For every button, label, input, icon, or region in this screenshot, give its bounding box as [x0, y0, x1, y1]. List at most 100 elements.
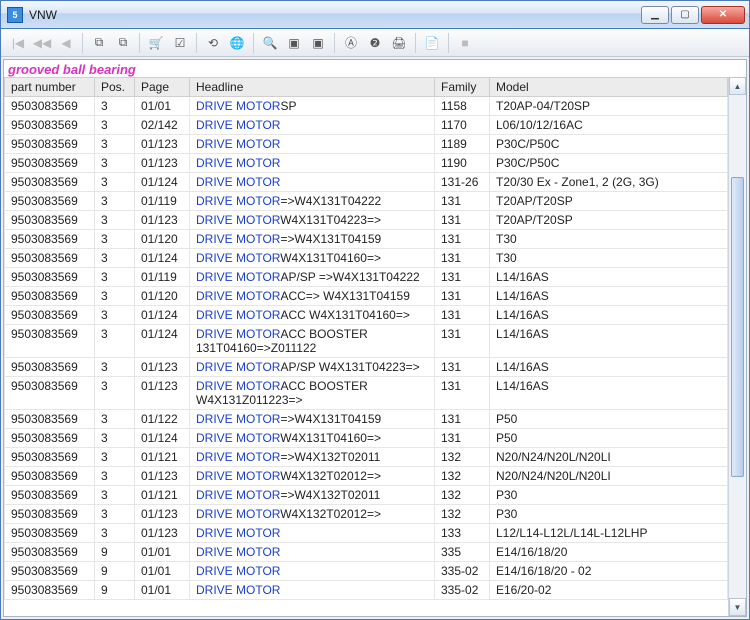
table-row[interactable]: 9503083569301/124DRIVE MOTORACC W4X131T0… [5, 306, 728, 325]
headline-link[interactable]: DRIVE MOTOR [196, 545, 280, 559]
cell-family: 1158 [435, 97, 490, 116]
cell-pos: 3 [95, 135, 135, 154]
col-family[interactable]: Family [435, 78, 490, 97]
headline-link[interactable]: DRIVE MOTOR [196, 118, 280, 132]
cell-page: 01/124 [135, 249, 190, 268]
cell-family: 1190 [435, 154, 490, 173]
data-grid[interactable]: part number Pos. Page Headline Family Mo… [4, 77, 728, 616]
table-row[interactable]: 9503083569301/121DRIVE MOTOR=>W4X132T020… [5, 486, 728, 505]
scroll-thumb[interactable] [731, 177, 744, 477]
table-row[interactable]: 9503083569301/124DRIVE MOTOR131-26T20/30… [5, 173, 728, 192]
cell-part-number: 9503083569 [5, 562, 95, 581]
table-row[interactable]: 9503083569301/119DRIVE MOTOR=>W4X131T042… [5, 192, 728, 211]
headline-link[interactable]: DRIVE MOTOR [196, 583, 280, 597]
table-row[interactable]: 9503083569301/123DRIVE MOTOR1189P30C/P50… [5, 135, 728, 154]
headline-link[interactable]: DRIVE MOTOR [196, 251, 280, 265]
toolbar-separator [82, 33, 83, 53]
globe-button[interactable]: 🌐 [226, 32, 248, 54]
table-row[interactable]: 9503083569301/124DRIVE MOTORW4X131T04160… [5, 429, 728, 448]
headline-link[interactable]: DRIVE MOTOR [196, 379, 280, 393]
headline-link[interactable]: DRIVE MOTOR [196, 526, 280, 540]
table-row[interactable]: 9503083569302/142DRIVE MOTOR1170L06/10/1… [5, 116, 728, 135]
headline-link[interactable]: DRIVE MOTOR [196, 431, 280, 445]
table-row[interactable]: 9503083569301/01DRIVE MOTORSP1158T20AP-0… [5, 97, 728, 116]
headline-link[interactable]: DRIVE MOTOR [196, 469, 280, 483]
headline-link[interactable]: DRIVE MOTOR [196, 360, 280, 374]
table-row[interactable]: 9503083569301/121DRIVE MOTOR=>W4X132T020… [5, 448, 728, 467]
headline-link[interactable]: DRIVE MOTOR [196, 270, 280, 284]
headline-link[interactable]: DRIVE MOTOR [196, 175, 280, 189]
table-row[interactable]: 9503083569901/01DRIVE MOTOR335-02E14/16/… [5, 562, 728, 581]
table-row[interactable]: 9503083569301/122DRIVE MOTOR=>W4X131T041… [5, 410, 728, 429]
maximize-button[interactable] [671, 6, 699, 24]
headline-link[interactable]: DRIVE MOTOR [196, 308, 280, 322]
cell-pos: 3 [95, 467, 135, 486]
table-row[interactable]: 9503083569301/123DRIVE MOTORAP/SP W4X131… [5, 358, 728, 377]
checklist-button[interactable]: ☑ [169, 32, 191, 54]
headline-link[interactable]: DRIVE MOTOR [196, 507, 280, 521]
headline-link[interactable]: DRIVE MOTOR [196, 156, 280, 170]
minimize-button[interactable] [641, 6, 669, 24]
col-headline[interactable]: Headline [190, 78, 435, 97]
page2-button[interactable]: ▣ [307, 32, 329, 54]
headline-link[interactable]: DRIVE MOTOR [196, 564, 280, 578]
cell-family: 131 [435, 377, 490, 410]
print-button[interactable]: 🖨 [388, 32, 410, 54]
cell-part-number: 9503083569 [5, 505, 95, 524]
copy-left-button[interactable]: ⧉ [88, 32, 110, 54]
window-title: VNW [29, 8, 641, 22]
cell-page: 01/01 [135, 562, 190, 581]
scroll-up-button[interactable]: ▲ [729, 77, 746, 95]
col-model[interactable]: Model [490, 78, 728, 97]
table-row[interactable]: 9503083569301/120DRIVE MOTOR=>W4X131T041… [5, 230, 728, 249]
table-row[interactable]: 9503083569301/120DRIVE MOTORACC=> W4X131… [5, 287, 728, 306]
table-row[interactable]: 9503083569301/123DRIVE MOTOR133L12/L14-L… [5, 524, 728, 543]
col-page[interactable]: Page [135, 78, 190, 97]
prev-fast-button[interactable]: ◀◀ [31, 32, 53, 54]
prev-button[interactable]: ◀ [55, 32, 77, 54]
table-row[interactable]: 9503083569301/123DRIVE MOTORW4X132T02012… [5, 467, 728, 486]
headline-link[interactable]: DRIVE MOTOR [196, 450, 280, 464]
headline-link[interactable]: DRIVE MOTOR [196, 213, 280, 227]
stop-button[interactable]: ■ [454, 32, 476, 54]
cart-button[interactable]: 🛒 [145, 32, 167, 54]
mark-a-button[interactable]: Ⓐ [340, 32, 362, 54]
headline-link[interactable]: DRIVE MOTOR [196, 327, 280, 341]
titlebar: 5 VNW [1, 1, 749, 29]
cell-model: L06/10/12/16AC [490, 116, 728, 135]
headline-link[interactable]: DRIVE MOTOR [196, 412, 280, 426]
table-row[interactable]: 9503083569301/124DRIVE MOTORW4X131T04160… [5, 249, 728, 268]
table-row[interactable]: 9503083569301/119DRIVE MOTORAP/SP =>W4X1… [5, 268, 728, 287]
cell-page: 01/120 [135, 287, 190, 306]
headline-link[interactable]: DRIVE MOTOR [196, 289, 280, 303]
vertical-scrollbar[interactable]: ▲ ▼ [728, 77, 746, 616]
table-row[interactable]: 9503083569301/123DRIVE MOTORW4X132T02012… [5, 505, 728, 524]
headline-link[interactable]: DRIVE MOTOR [196, 137, 280, 151]
cell-pos: 3 [95, 173, 135, 192]
col-pos[interactable]: Pos. [95, 78, 135, 97]
table-row[interactable]: 9503083569301/124DRIVE MOTORACC BOOSTER … [5, 325, 728, 358]
zoom-button[interactable]: 🔍 [259, 32, 281, 54]
headline-link[interactable]: DRIVE MOTOR [196, 99, 280, 113]
doc-button[interactable]: 📄 [421, 32, 443, 54]
table-row[interactable]: 9503083569301/123DRIVE MOTORACC BOOSTER … [5, 377, 728, 410]
toolbar-separator [415, 33, 416, 53]
first-button[interactable]: |◀ [7, 32, 29, 54]
cell-page: 01/120 [135, 230, 190, 249]
cell-model: P50 [490, 429, 728, 448]
table-row[interactable]: 9503083569301/123DRIVE MOTOR1190P30C/P50… [5, 154, 728, 173]
table-row[interactable]: 9503083569901/01DRIVE MOTOR335-02E16/20-… [5, 581, 728, 600]
headline-link[interactable]: DRIVE MOTOR [196, 194, 280, 208]
headline-link[interactable]: DRIVE MOTOR [196, 232, 280, 246]
page1-button[interactable]: ▣ [283, 32, 305, 54]
refresh-button[interactable]: ❷ [364, 32, 386, 54]
nav-off-button[interactable]: ⟲ [202, 32, 224, 54]
cell-part-number: 9503083569 [5, 486, 95, 505]
headline-link[interactable]: DRIVE MOTOR [196, 488, 280, 502]
table-row[interactable]: 9503083569301/123DRIVE MOTORW4X131T04223… [5, 211, 728, 230]
table-row[interactable]: 9503083569901/01DRIVE MOTOR335E14/16/18/… [5, 543, 728, 562]
close-button[interactable] [701, 6, 745, 24]
copy-right-button[interactable]: ⧉ [112, 32, 134, 54]
scroll-down-button[interactable]: ▼ [729, 598, 746, 616]
col-part-number[interactable]: part number [5, 78, 95, 97]
